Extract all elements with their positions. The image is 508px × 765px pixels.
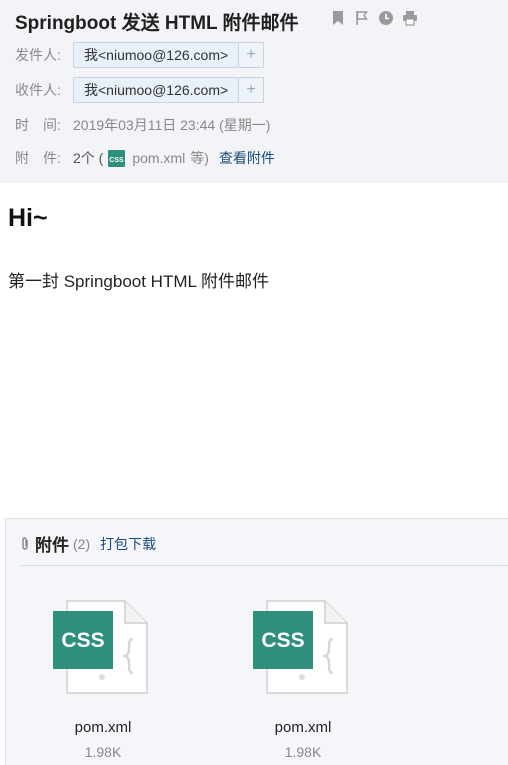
attachment-name[interactable]: pom.xml	[43, 719, 163, 736]
mail-header: Springboot 发送 HTML 附件邮件 发件人: 我<niumoo@12…	[0, 0, 508, 183]
attachment-summary: 2个 ( CSS pom.xml 等) 查看附件	[73, 148, 275, 168]
css-file-icon: CSS	[107, 149, 126, 168]
attachment-item[interactable]: CSS pom.xml 1.98K	[43, 599, 163, 760]
subject-toolbar	[330, 10, 418, 26]
attachment-item[interactable]: CSS pom.xml 1.98K	[243, 599, 363, 760]
attachment-size: 1.98K	[84, 744, 122, 760]
paperclip-icon	[20, 536, 30, 552]
attachment-first-file[interactable]: pom.xml	[132, 150, 185, 166]
mail-subject: Springboot 发送 HTML 附件邮件	[15, 13, 299, 34]
mail-body-text: 第一封 Springboot HTML 附件邮件	[8, 272, 270, 291]
attachments-title: 附件	[35, 536, 69, 555]
add-contact-button[interactable]: +	[239, 42, 265, 68]
attachment-suffix: 等)	[190, 150, 209, 166]
attachment-count: 2个 (	[73, 150, 104, 166]
file-badge: CSS	[61, 629, 104, 652]
to-label: 收件人:	[15, 82, 61, 98]
view-attachments-link[interactable]: 查看附件	[219, 148, 275, 168]
css-file-icon: CSS	[53, 600, 148, 694]
to-address[interactable]: 我<niumoo@126.com>	[73, 77, 240, 103]
attachment-size: 1.98K	[284, 744, 322, 760]
attachments-panel: 附件 (2) 打包下载 CSS pom.xml 1.98K CSS pom.xm…	[5, 518, 508, 765]
attachment-label: 附 件:	[15, 150, 61, 166]
print-icon[interactable]	[402, 10, 418, 26]
add-contact-button[interactable]: +	[239, 77, 265, 103]
from-label: 发件人:	[15, 47, 61, 63]
svg-text:CSS: CSS	[110, 157, 125, 164]
divider	[20, 565, 508, 566]
file-badge: CSS	[261, 629, 304, 652]
clock-icon[interactable]	[378, 10, 394, 26]
from-row: 发件人: 我<niumoo@126.com> +	[15, 42, 265, 68]
attachments-header: 附件 (2) 打包下载	[20, 531, 156, 556]
attachment-row: 附 件: 2个 ( CSS pom.xml 等) 查看附件	[15, 145, 275, 171]
mail-greeting: Hi~	[8, 204, 48, 232]
bookmark-icon[interactable]	[330, 10, 346, 26]
css-file-icon: CSS	[253, 600, 348, 694]
time-label: 时 间:	[15, 117, 61, 133]
attachments-count: (2)	[73, 535, 91, 552]
flag-icon[interactable]	[354, 10, 370, 26]
to-row: 收件人: 我<niumoo@126.com> +	[15, 77, 265, 103]
time-row: 时 间: 2019年03月11日 23:44 (星期一)	[15, 112, 270, 138]
download-all-link[interactable]: 打包下载	[100, 534, 156, 554]
from-address[interactable]: 我<niumoo@126.com>	[73, 42, 240, 68]
attachment-name[interactable]: pom.xml	[243, 719, 363, 736]
time-value: 2019年03月11日 23:44 (星期一)	[73, 117, 271, 133]
